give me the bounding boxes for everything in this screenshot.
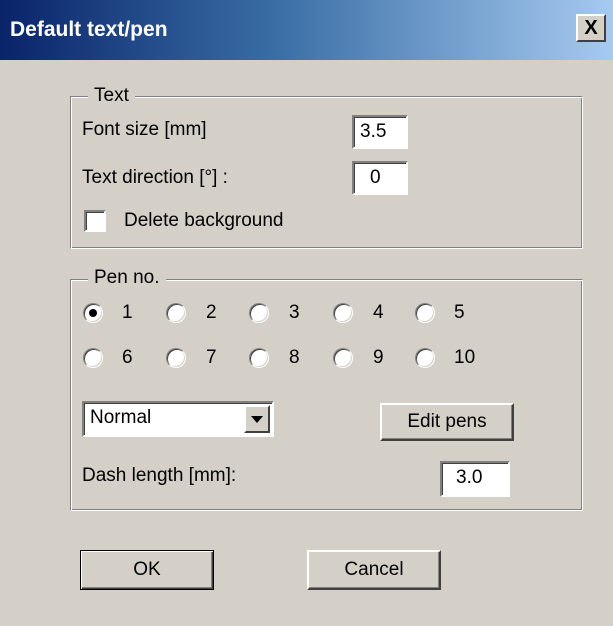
pen-radio-label-6[interactable]: 6: [122, 347, 133, 369]
text-direction-label: Text direction [°] :: [82, 167, 228, 188]
dash-length-field[interactable]: 3.0: [440, 461, 510, 497]
dash-length-label: Dash length [mm]:: [82, 465, 237, 486]
pen-radio-10[interactable]: [415, 348, 435, 368]
ok-button[interactable]: OK: [80, 550, 214, 590]
pen-radio-label-1[interactable]: 1: [122, 302, 133, 324]
text-group-legend: Text: [88, 85, 135, 107]
pen-radio-label-8[interactable]: 8: [289, 347, 300, 369]
cancel-button[interactable]: Cancel: [307, 550, 441, 590]
pen-radio-5[interactable]: [415, 303, 435, 323]
pen-radio-label-2[interactable]: 2: [206, 302, 217, 324]
pen-radio-4[interactable]: [333, 303, 353, 323]
text-direction-field[interactable]: 0: [352, 161, 408, 195]
edit-pens-button[interactable]: Edit pens: [380, 403, 514, 441]
edit-pens-label: Edit pens: [407, 411, 487, 432]
pen-radio-7[interactable]: [166, 348, 186, 368]
cancel-label: Cancel: [344, 559, 404, 580]
font-size-field[interactable]: 3.5: [352, 115, 408, 149]
pen-radio-6[interactable]: [83, 348, 103, 368]
pen-radio-label-4[interactable]: 4: [373, 302, 384, 324]
ok-label: OK: [133, 559, 161, 580]
pen-radio-label-5[interactable]: 5: [454, 302, 465, 324]
close-icon: X: [584, 17, 598, 39]
pen-radio-label-3[interactable]: 3: [289, 302, 300, 324]
pen-radio-label-9[interactable]: 9: [373, 347, 384, 369]
line-style-value: Normal: [90, 407, 152, 428]
font-size-label: Font size [mm]: [82, 119, 207, 140]
pen-radio-8[interactable]: [249, 348, 269, 368]
pen-radio-9[interactable]: [333, 348, 353, 368]
close-button[interactable]: X: [576, 14, 606, 42]
delete-background-label[interactable]: Delete background: [124, 210, 284, 232]
line-style-dropdown-button[interactable]: [244, 405, 270, 433]
pen-radio-1[interactable]: [83, 303, 103, 323]
delete-background-checkbox[interactable]: [84, 210, 106, 232]
dialog-title: Default text/pen: [10, 18, 168, 41]
pen-radio-label-7[interactable]: 7: [206, 347, 217, 369]
pen-radio-2[interactable]: [166, 303, 186, 323]
pen-group-legend: Pen no.: [88, 267, 166, 289]
pen-radio-3[interactable]: [249, 303, 269, 323]
pen-radio-label-10[interactable]: 10: [454, 347, 475, 369]
title-bar[interactable]: Default text/pen X: [0, 0, 613, 60]
chevron-down-icon: [251, 415, 263, 423]
